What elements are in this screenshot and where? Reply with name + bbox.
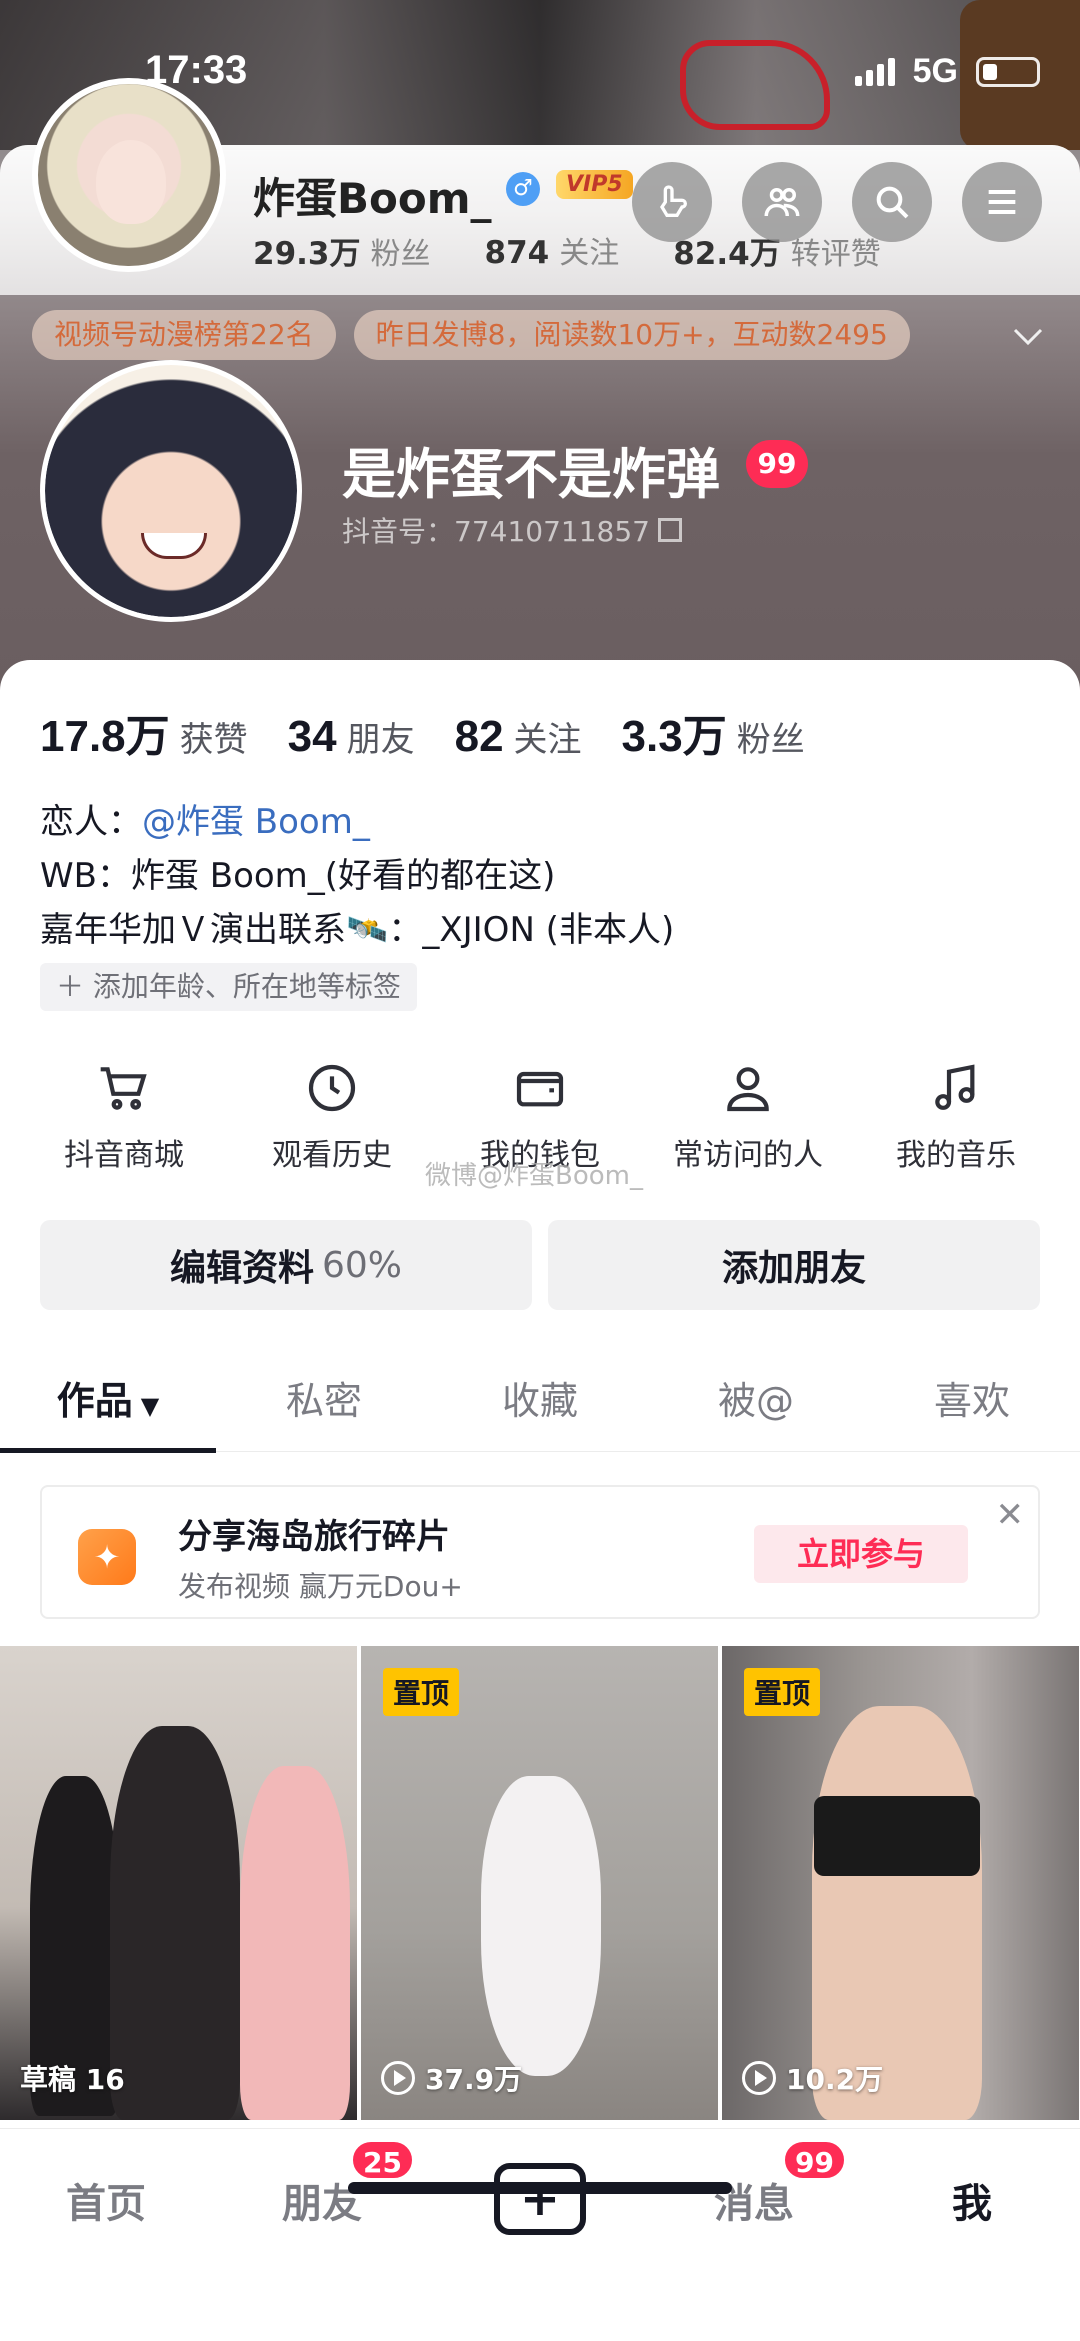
pinned-badge: 置顶 [383,1668,460,1716]
activity-banner[interactable]: ✦ 分享海岛旅行碎片 发布视频 赢万元Dou+ 立即参与 ✕ [40,1485,1040,1619]
tab-likes[interactable]: 喜欢 [864,1360,1080,1451]
profile-bio: 恋人：@炸蛋 Boom_ WB：炸蛋 Boom_(好看的都在这) 嘉年华加Ｖ演出… [40,795,674,957]
person-icon [727,1067,769,1112]
shortcut-history[interactable]: 观看历史 [237,1060,427,1174]
network-type: 5G [912,52,958,90]
friends-badge: 25 [350,2139,415,2181]
menu-icon[interactable] [962,162,1042,242]
wallet-icon [516,1071,564,1107]
bio-lover-line: 恋人：@炸蛋 Boom_ [40,802,370,842]
profile-counts: 17.8万 获赞 34 朋友 82 关注 3.3万 粉丝 [40,700,805,764]
content-tabs: 作品 ▼ 私密 收藏 被@ 喜欢 [0,1360,1080,1453]
pinned-badge: 置顶 [744,1668,821,1716]
weibo-header-actions [632,162,1042,242]
signal-icon [854,57,895,86]
nav-home[interactable]: 首页 [66,2171,146,2229]
douyin-id-text: 抖音号：77410711857 [342,515,650,548]
chevron-down-icon[interactable] [1012,320,1044,355]
hint-pill[interactable]: 昨日发博8，阅读数10万+，互动数2495 [353,310,910,360]
weibo-avatar[interactable] [32,78,226,272]
weibo-username: 炸蛋Boom_ [253,174,492,223]
nav-friends[interactable]: 朋友 [282,2171,362,2229]
male-gender-icon: ♂ [506,172,540,206]
shortcut-mall[interactable]: 抖音商城 [29,1060,219,1174]
tab-private[interactable]: 私密 [216,1360,432,1451]
hand-point-icon[interactable] [632,162,712,242]
tab-mentions[interactable]: 被@ [648,1360,864,1451]
caret-down-icon: ▼ [140,1392,160,1420]
douyin-id[interactable]: 抖音号：77410711857 [342,510,682,550]
bio-weibo-line: WB：炸蛋 Boom_(好看的都在这) [40,856,556,896]
count-friends[interactable]: 34 朋友 [288,712,415,762]
add-friend-button[interactable]: 添加朋友 [548,1220,1040,1310]
video-thumbnail[interactable]: 置顶 37.9万 [361,1646,718,2120]
lover-mention-link[interactable]: @炸蛋 Boom_ [142,802,370,842]
battery-icon [976,56,1040,87]
messages-badge: 99 [782,2139,847,2181]
status-bar-right: 5G [854,52,1040,91]
search-icon[interactable] [852,162,932,242]
view-count: 37.9万 [381,2058,522,2098]
add-tags-button[interactable]: ＋ 添加年龄、所在地等标签 [40,963,417,1011]
nav-me[interactable]: 我 [952,2171,992,2229]
shortcut-music[interactable]: 我的音乐 [861,1060,1051,1174]
bio-contact-line: 嘉年华加Ｖ演出联系🛰️：_XJION (非本人) [40,910,675,950]
weibo-watermark: 微博@炸蛋Boom_ [425,1161,643,1191]
star-icon: ✦ [78,1529,136,1585]
profile-actions: 编辑资料 60% 添加朋友 [40,1220,1040,1310]
count-followers[interactable]: 3.3万 粉丝 [622,700,805,764]
join-now-button[interactable]: 立即参与 [754,1525,968,1583]
achievement-hints: 视频号动漫榜第22名 昨日发博8，阅读数10万+，互动数2495 [32,310,910,360]
video-thumbnail-drafts[interactable]: 草稿 16 [0,1646,357,2120]
banner-title: 分享海岛旅行碎片 [178,1517,450,1557]
view-count: 10.2万 [742,2058,883,2098]
home-indicator[interactable] [348,2182,732,2194]
clock-icon [308,1064,356,1112]
qr-code-icon[interactable] [657,518,682,542]
edit-profile-button[interactable]: 编辑资料 60% [40,1220,532,1310]
tab-works[interactable]: 作品 ▼ [0,1360,216,1453]
music-note-icon [935,1064,975,1110]
play-icon [742,2061,776,2095]
nav-messages[interactable]: 消息 [714,2171,794,2229]
weibo-stat-following[interactable]: 874 关注 [485,228,620,273]
profile-nickname: 是炸蛋不是炸弹 [342,443,720,506]
close-icon[interactable]: ✕ [996,1495,1025,1535]
count-likes[interactable]: 17.8万 获赞 [40,700,248,764]
count-following[interactable]: 82 关注 [455,712,582,762]
profile-avatar[interactable] [40,360,302,622]
weibo-stat-followers[interactable]: 29.3万 粉丝 [253,228,431,273]
notification-badge[interactable]: 99 [746,440,808,488]
group-icon[interactable] [742,162,822,242]
cover-photo-detail [680,40,830,130]
banner-subtitle: 发布视频 赢万元Dou+ [178,1570,463,1603]
vip-badge: VIP5 [556,170,633,199]
video-thumbnail[interactable]: 置顶 10.2万 [722,1646,1079,2120]
create-post-button[interactable]: + [494,2163,586,2235]
play-icon [381,2061,415,2095]
tab-favorites[interactable]: 收藏 [432,1360,648,1451]
hint-pill[interactable]: 视频号动漫榜第22名 [32,310,336,360]
shortcut-frequent-visitors[interactable]: 常访问的人 [653,1060,843,1174]
draft-count: 草稿 16 [20,2063,125,2096]
video-grid: 草稿 16 置顶 37.9万 置顶 10.2万 [0,1646,1080,2120]
bottom-navigation: 首页 朋友 25 + 消息 99 我 [0,2128,1080,2341]
cart-icon [100,1067,147,1110]
